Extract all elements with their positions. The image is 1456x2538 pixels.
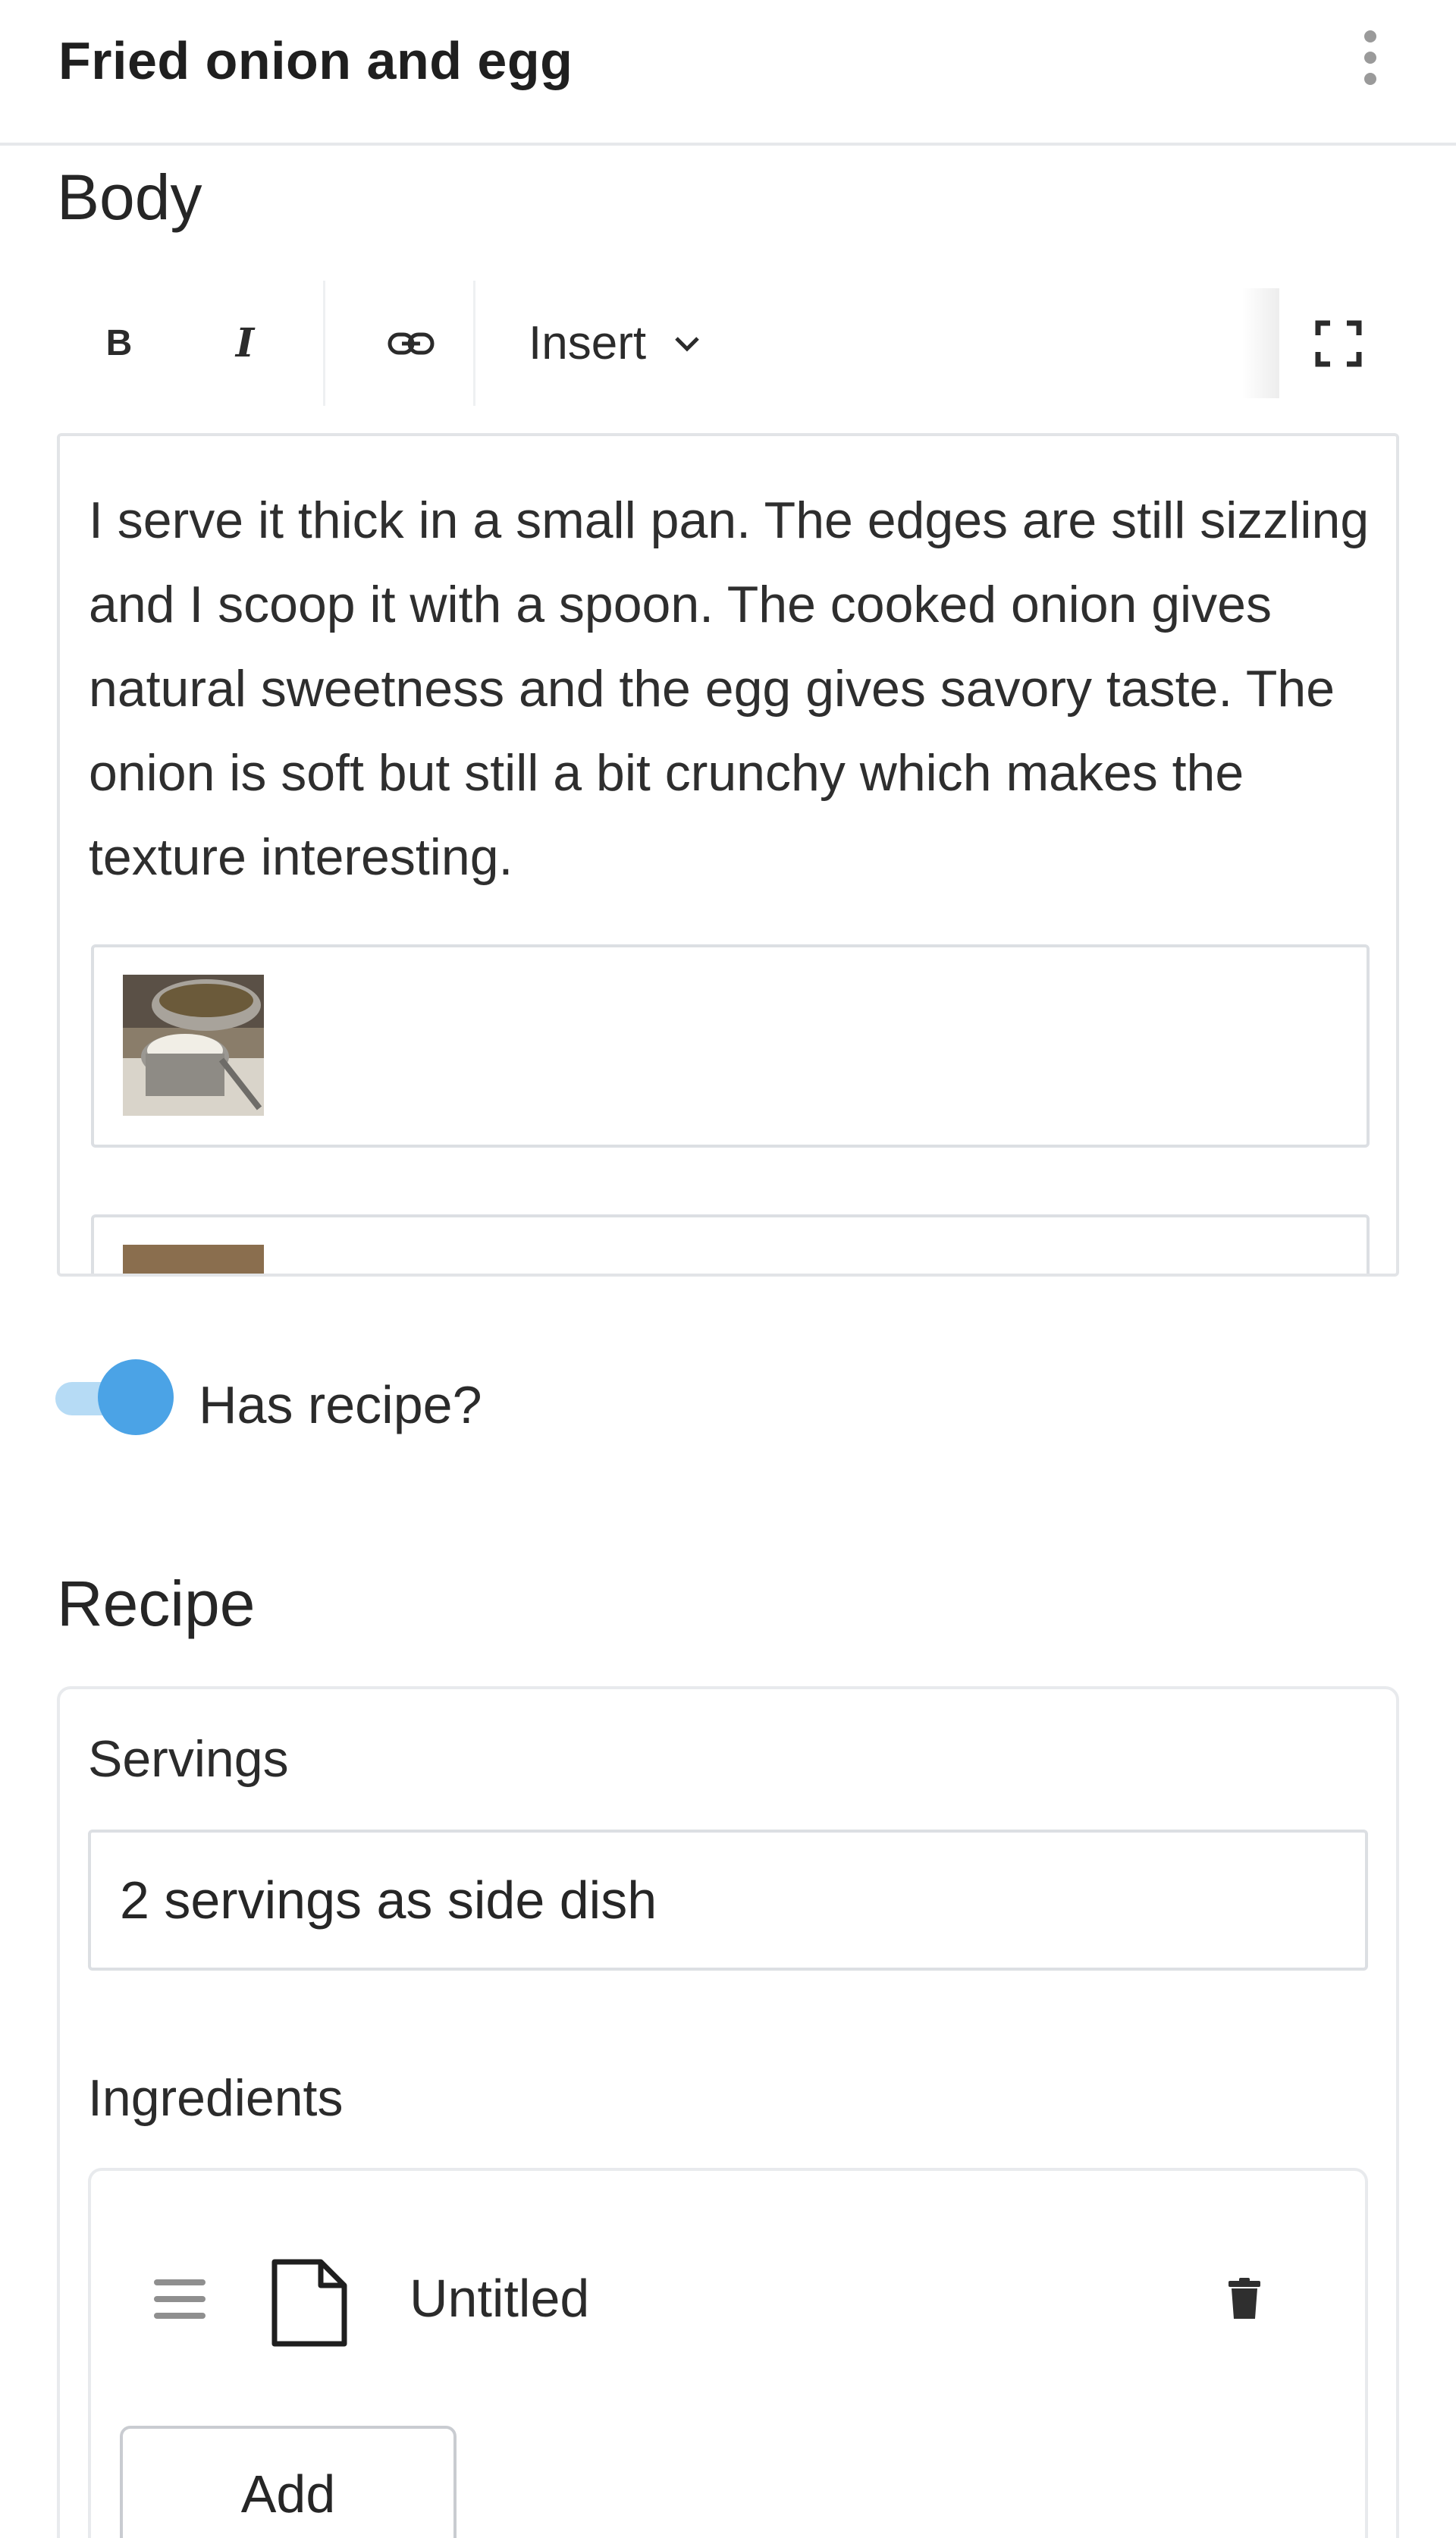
- add-ingredient-button[interactable]: Add: [120, 2426, 457, 2538]
- fullscreen-button[interactable]: [1279, 281, 1398, 406]
- toolbar-scroll-shadow: [1241, 288, 1279, 398]
- image-thumbnail: [123, 975, 264, 1116]
- toolbar-divider: [473, 281, 475, 406]
- image-block[interactable]: [91, 944, 1370, 1148]
- has-recipe-label: Has recipe?: [199, 1375, 482, 1434]
- more-vertical-icon[interactable]: [1351, 27, 1389, 88]
- insert-label: Insert: [529, 317, 647, 369]
- image-block[interactable]: [91, 1214, 1370, 1274]
- document-title: Fried onion and egg: [58, 31, 573, 90]
- body-editor[interactable]: I serve it thick in a small pan. The edg…: [57, 433, 1399, 1277]
- has-recipe-toggle[interactable]: [55, 1358, 174, 1437]
- body-text[interactable]: I serve it thick in a small pan. The edg…: [89, 479, 1378, 900]
- bold-button[interactable]: B: [89, 281, 149, 406]
- ingredient-item-title[interactable]: Untitled: [410, 2268, 589, 2329]
- servings-label: Servings: [88, 1730, 289, 1788]
- toggle-knob: [98, 1359, 174, 1435]
- drag-handle-icon[interactable]: [154, 2279, 206, 2319]
- ingredients-label: Ingredients: [88, 2069, 344, 2127]
- chevron-down-icon: [675, 336, 699, 352]
- toolbar-divider: [323, 281, 325, 406]
- editor-toolbar: B I Insert: [58, 281, 1398, 406]
- servings-input[interactable]: [88, 1830, 1368, 1971]
- insert-dropdown[interactable]: Insert: [529, 281, 771, 406]
- link-button[interactable]: [362, 281, 460, 406]
- document-icon: [271, 2259, 347, 2347]
- italic-button[interactable]: I: [215, 281, 275, 406]
- document-header: Fried onion and egg: [0, 0, 1456, 146]
- fullscreen-icon: [1315, 320, 1362, 366]
- trash-icon[interactable]: [1228, 2278, 1260, 2319]
- body-field-label: Body: [57, 162, 202, 233]
- recipe-section-label: Recipe: [57, 1568, 256, 1639]
- link-icon: [388, 332, 435, 354]
- image-thumbnail: [123, 1245, 264, 1274]
